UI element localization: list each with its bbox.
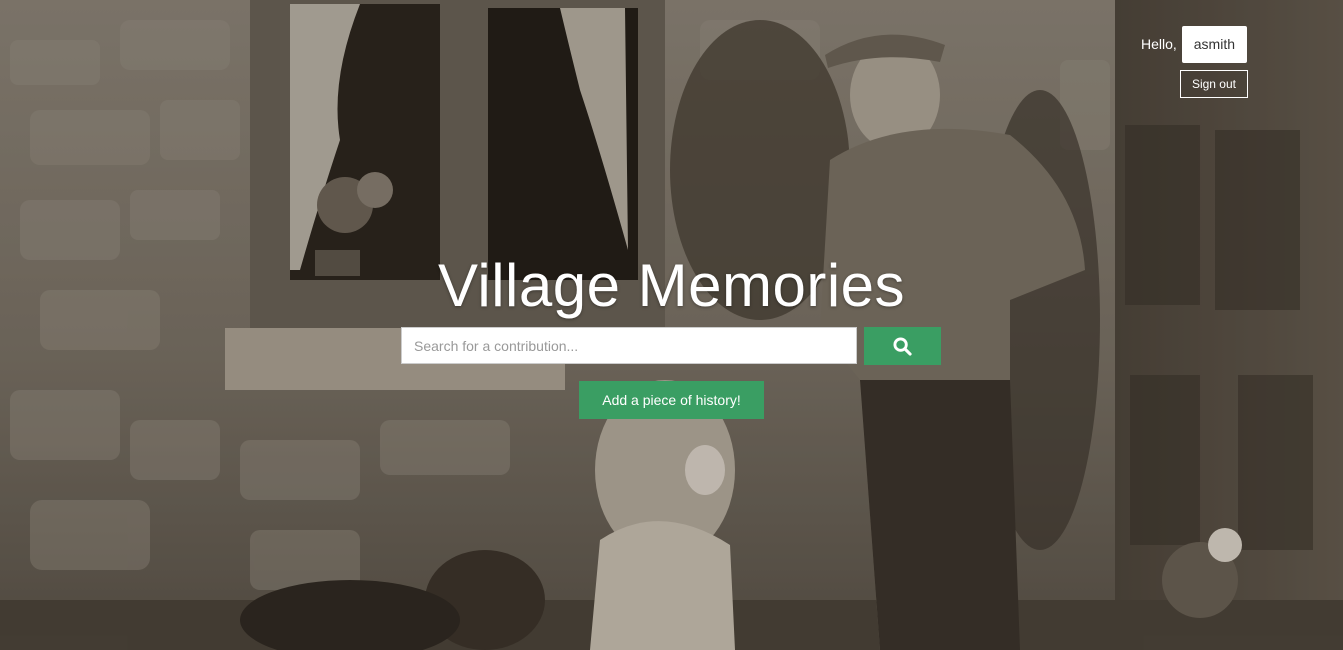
search-button[interactable]	[864, 327, 941, 365]
hero-content: Village Memories Add a piece of history!	[0, 248, 1343, 419]
search-icon	[893, 336, 912, 356]
page-title: Village Memories	[437, 252, 906, 319]
username-button[interactable]: asmith	[1181, 26, 1247, 63]
sign-out-button[interactable]: Sign out	[1179, 70, 1248, 98]
search-input[interactable]	[401, 327, 857, 364]
add-history-button[interactable]: Add a piece of history!	[579, 381, 764, 419]
hero-section: Hello, asmith Sign out Village Memories …	[0, 0, 1343, 650]
user-menu: Hello, asmith Sign out	[1141, 26, 1248, 98]
greeting-row: Hello, asmith	[1141, 26, 1247, 63]
search-bar	[0, 327, 1343, 365]
greeting-text: Hello,	[1140, 36, 1177, 52]
